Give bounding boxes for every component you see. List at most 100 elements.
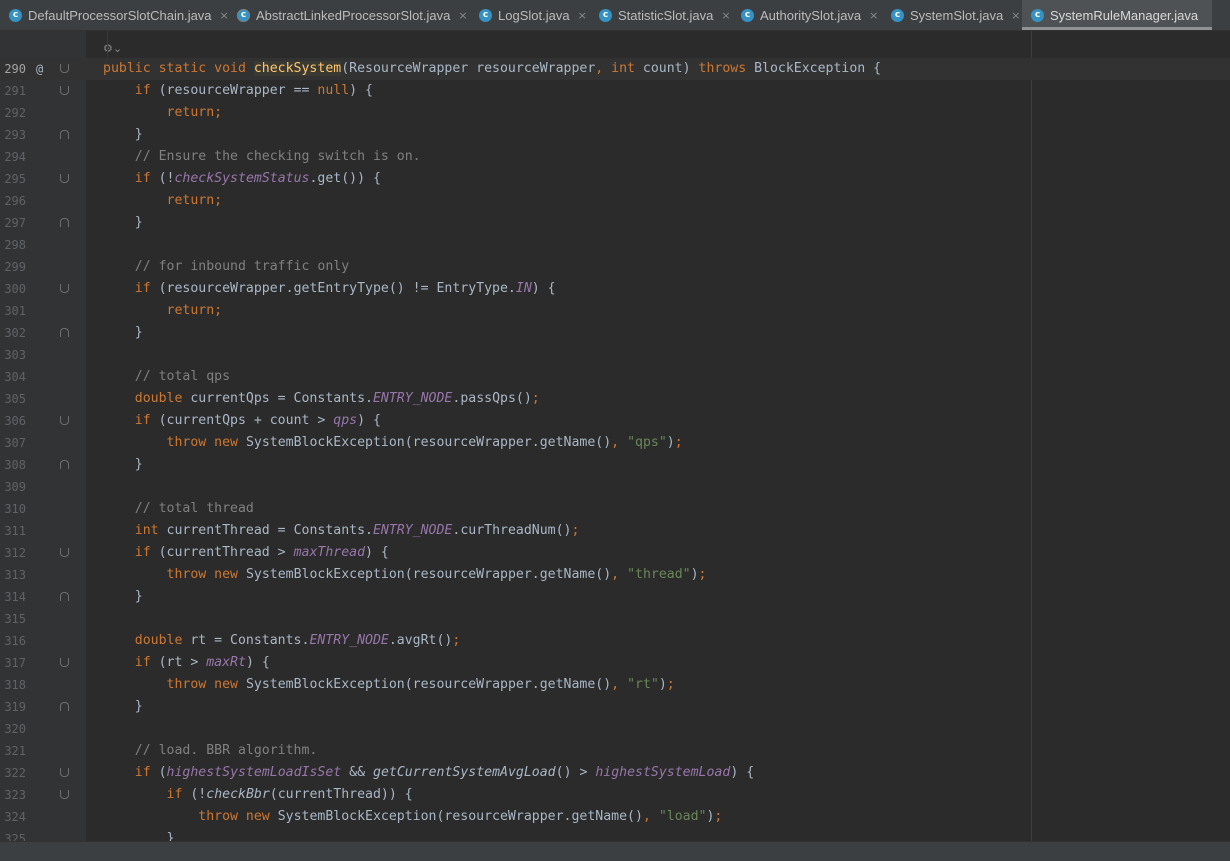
code-text: if (currentThread > maxThread) {: [103, 542, 389, 564]
code-token: ) {: [531, 281, 556, 296]
code-token: count): [642, 61, 699, 76]
code-line[interactable]: 314 }: [0, 586, 1230, 608]
code-line[interactable]: 306 if (currentQps + count > qps) {: [0, 410, 1230, 432]
fold-marker-icon[interactable]: [60, 790, 69, 799]
tab-label: StatisticSlot.java: [618, 7, 714, 23]
code-line[interactable]: 293 }: [0, 124, 1230, 146]
code-line[interactable]: 317 if (rt > maxRt) {: [0, 652, 1230, 674]
code-line[interactable]: 291 if (resourceWrapper == null) {: [0, 80, 1230, 102]
code-line[interactable]: 309: [0, 476, 1230, 498]
tab-systemslot[interactable]: c SystemSlot.java ×: [882, 0, 1022, 30]
code-token: if: [134, 545, 159, 560]
code-line[interactable]: 292 return;: [0, 102, 1230, 124]
fold-marker-icon[interactable]: [60, 658, 69, 667]
fold-marker-icon[interactable]: [60, 284, 69, 293]
code-token: BlockException {: [754, 61, 882, 76]
code-line[interactable]: 315: [0, 608, 1230, 630]
code-line[interactable]: 318 throw new SystemBlockException(resou…: [0, 674, 1230, 696]
fold-marker-icon[interactable]: [60, 416, 69, 425]
annotation-settings-icon[interactable]: ⚙⌄: [103, 42, 122, 55]
line-number: 290: [4, 62, 26, 76]
code-line[interactable]: 303: [0, 344, 1230, 366]
close-icon[interactable]: ×: [458, 9, 467, 22]
code-token: qps: [333, 413, 358, 428]
code-line[interactable]: 302 }: [0, 322, 1230, 344]
code-line[interactable]: 307 throw new SystemBlockException(resou…: [0, 432, 1230, 454]
tab-authorityslot[interactable]: c AuthoritySlot.java ×: [732, 0, 882, 30]
fold-marker-icon[interactable]: [60, 86, 69, 95]
code-line[interactable]: 305 double currentQps = Constants.ENTRY_…: [0, 388, 1230, 410]
fold-marker-icon[interactable]: [60, 64, 69, 73]
tab-logslot[interactable]: c LogSlot.java ×: [470, 0, 590, 30]
fold-marker-icon[interactable]: [60, 768, 69, 777]
fold-marker-icon[interactable]: [60, 218, 69, 227]
tab-systemrulemanager[interactable]: c SystemRuleManager.java: [1022, 0, 1212, 30]
code-line[interactable]: 297 }: [0, 212, 1230, 234]
line-number: 322: [4, 766, 26, 780]
code-text: if (resourceWrapper.getEntryType() != En…: [103, 278, 556, 300]
code-token: (: [158, 765, 167, 780]
code-line[interactable]: 320: [0, 718, 1230, 740]
close-icon[interactable]: ×: [721, 9, 730, 22]
fold-marker-icon[interactable]: [60, 328, 69, 337]
code-token: IN: [515, 281, 532, 296]
override-marker-icon[interactable]: @: [36, 58, 43, 80]
code-line[interactable]: 290 @ public static void checkSystem(Resou…: [0, 58, 1230, 80]
code-token: checkSystemStatus: [174, 171, 310, 186]
tab-defaultprocessorslotchain[interactable]: c DefaultProcessorSlotChain.java ×: [0, 0, 229, 30]
code-token: }: [103, 215, 143, 230]
code-line[interactable]: 294 // Ensure the checking switch is on.: [0, 146, 1230, 168]
code-token: if: [134, 281, 159, 296]
class-icon: c: [599, 8, 612, 22]
line-number: 294: [4, 150, 26, 164]
fold-marker-icon[interactable]: [60, 548, 69, 557]
code-line[interactable]: 312 if (currentThread > maxThread) {: [0, 542, 1230, 564]
tab-label: SystemRuleManager.java: [1050, 7, 1199, 23]
close-icon[interactable]: ×: [1011, 9, 1020, 22]
code-line[interactable]: 324 throw new SystemBlockException(resou…: [0, 806, 1230, 828]
fold-marker-icon[interactable]: [60, 174, 69, 183]
code-text: return;: [103, 300, 223, 322]
code-line[interactable]: 323 if (!checkBbr(currentThread)) {: [0, 784, 1230, 806]
code-token: }: [103, 589, 143, 604]
code-line[interactable]: 304 // total qps: [0, 366, 1230, 388]
fold-marker-icon[interactable]: [60, 702, 69, 711]
code-line[interactable]: 299 // for inbound traffic only: [0, 256, 1230, 278]
code-line[interactable]: 321 // load. BBR algorithm.: [0, 740, 1230, 762]
code-token: rt = Constants.: [190, 633, 310, 648]
code-line[interactable]: 316 double rt = Constants.ENTRY_NODE.avg…: [0, 630, 1230, 652]
code-line[interactable]: 298: [0, 234, 1230, 256]
code-text: return;: [103, 102, 223, 124]
code-line[interactable]: 301 return;: [0, 300, 1230, 322]
fold-marker-icon[interactable]: [60, 130, 69, 139]
code-token: (rt >: [158, 655, 207, 670]
code-line[interactable]: 313 throw new SystemBlockException(resou…: [0, 564, 1230, 586]
code-line[interactable]: 310 // total thread: [0, 498, 1230, 520]
code-line[interactable]: 319 }: [0, 696, 1230, 718]
code-token: throw new: [198, 809, 278, 824]
fold-marker-icon[interactable]: [60, 592, 69, 601]
code-line[interactable]: 311 int currentThread = Constants.ENTRY_…: [0, 520, 1230, 542]
code-line[interactable]: 308 }: [0, 454, 1230, 476]
line-number: 323: [4, 788, 26, 802]
code-line[interactable]: 322 if (highestSystemLoadIsSet && getCur…: [0, 762, 1230, 784]
code-editor[interactable]: ⚙⌄ 290 @ public static void checkSystem(Re…: [0, 31, 1230, 841]
tab-abstractlinkedprocessorslot[interactable]: c AbstractLinkedProcessorSlot.java ×: [228, 0, 470, 30]
code-line[interactable]: 295 if (!checkSystemStatus.get()) {: [0, 168, 1230, 190]
code-line[interactable]: 296 return;: [0, 190, 1230, 212]
line-number: 316: [4, 634, 26, 648]
code-line[interactable]: 300 if (resourceWrapper.getEntryType() !…: [0, 278, 1230, 300]
code-token: (resourceWrapper ==: [158, 83, 318, 98]
code-text: throw new SystemBlockException(resourceW…: [103, 432, 683, 454]
close-icon[interactable]: ×: [578, 9, 587, 22]
code-token: public static void: [103, 61, 254, 76]
tab-statisticslot[interactable]: c StatisticSlot.java ×: [590, 0, 732, 30]
code-token: ;: [666, 677, 675, 692]
code-line[interactable]: 325 }: [0, 828, 1230, 841]
fold-marker-icon[interactable]: [60, 460, 69, 469]
code-text: if (highestSystemLoadIsSet && getCurrent…: [103, 762, 754, 784]
close-icon[interactable]: ×: [869, 9, 878, 22]
